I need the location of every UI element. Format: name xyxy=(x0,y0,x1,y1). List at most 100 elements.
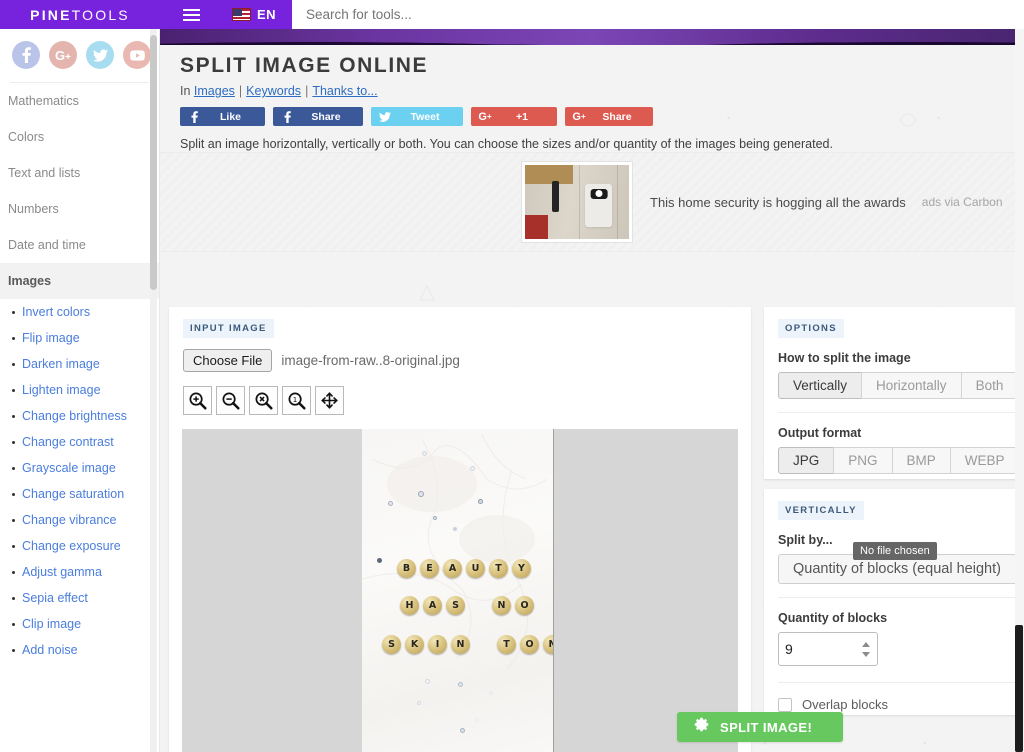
hamburger-icon[interactable] xyxy=(172,0,210,29)
sidebar-link-darken-image[interactable]: Darken image xyxy=(0,351,159,377)
google-plus-one-button[interactable]: G + +1 xyxy=(471,107,557,126)
svg-text:1: 1 xyxy=(293,395,298,404)
breadcrumb-link-images[interactable]: Images xyxy=(194,84,235,98)
page-description: Split an image horizontally, vertically … xyxy=(180,137,833,151)
zoom-out-icon[interactable] xyxy=(216,386,245,415)
sidebar-item-colors[interactable]: Colors xyxy=(0,119,159,155)
page-scrollbar-thumb[interactable] xyxy=(1015,625,1023,752)
sidebar-link-change-saturation[interactable]: Change saturation xyxy=(0,481,159,507)
sidebar-item-date-and-time[interactable]: Date and time xyxy=(0,227,159,263)
sidebar-link-lighten-image[interactable]: Lighten image xyxy=(0,377,159,403)
choose-file-button[interactable]: Choose File xyxy=(183,349,273,372)
bead: E xyxy=(420,559,439,578)
sequin xyxy=(433,516,437,520)
bead: Y xyxy=(512,559,531,578)
spinner-up-icon[interactable] xyxy=(862,641,870,647)
site-logo[interactable]: PINE TOOLS xyxy=(0,0,160,29)
breadcrumb-prefix: In xyxy=(180,84,191,98)
quantity-stepper[interactable]: 9 xyxy=(778,632,878,666)
sidebar-link-change-exposure[interactable]: Change exposure xyxy=(0,533,159,559)
bead-space xyxy=(469,596,488,615)
page-title: SPLIT IMAGE ONLINE xyxy=(180,54,429,77)
sidebar-link-grayscale-image[interactable]: Grayscale image xyxy=(0,455,159,481)
twitter-tweet-button[interactable]: Tweet xyxy=(371,107,463,126)
sequin xyxy=(453,527,457,531)
quantity-spinner[interactable] xyxy=(862,633,870,665)
zoom-in-icon[interactable] xyxy=(183,386,212,415)
zoom-actual-size-icon[interactable]: 1 xyxy=(282,386,311,415)
google-plus-share-label: Share xyxy=(602,110,632,123)
overlap-blocks-checkbox[interactable] xyxy=(778,697,792,712)
bead: I xyxy=(428,635,447,654)
split-image-button[interactable]: SPLIT IMAGE! xyxy=(677,712,843,742)
split-mode-both[interactable]: Both xyxy=(960,372,1019,399)
overlap-blocks-label: Overlap blocks xyxy=(802,697,888,712)
ad-banner[interactable]: This home security is hogging all the aw… xyxy=(160,152,1024,252)
zoom-toolbar: 1 xyxy=(183,386,751,415)
output-format-webp[interactable]: WEBP xyxy=(949,447,1020,474)
sidebar-image-tools: Invert colors Flip image Darken image Li… xyxy=(0,299,159,663)
sidebar-link-clip-image[interactable]: Clip image xyxy=(0,611,159,637)
sequin xyxy=(489,691,493,695)
twitter-icon[interactable] xyxy=(86,41,114,69)
sidebar-link-flip-image[interactable]: Flip image xyxy=(0,325,159,351)
bead-space xyxy=(474,635,493,654)
sidebar-item-text-and-lists[interactable]: Text and lists xyxy=(0,155,159,191)
sequin xyxy=(470,466,475,471)
vertically-panel-tag: VERTICALLY xyxy=(778,501,864,520)
language-selector[interactable]: EN xyxy=(232,7,276,22)
split-guide-line xyxy=(553,429,554,752)
youtube-icon[interactable] xyxy=(123,41,151,69)
sidebar-link-change-contrast[interactable]: Change contrast xyxy=(0,429,159,455)
pan-move-icon[interactable] xyxy=(315,386,344,415)
bead: K xyxy=(405,635,424,654)
facebook-icon[interactable] xyxy=(12,41,40,69)
output-format-label: Output format xyxy=(778,426,862,440)
vertically-divider xyxy=(778,597,1024,598)
sequin xyxy=(478,499,483,504)
sidebar-link-adjust-gamma[interactable]: Adjust gamma xyxy=(0,559,159,585)
sidebar-item-images[interactable]: Images xyxy=(0,263,159,299)
ad-attribution[interactable]: ads via Carbon xyxy=(922,195,1003,209)
facebook-like-label: Like xyxy=(219,110,241,123)
sidebar-item-numbers[interactable]: Numbers xyxy=(0,191,159,227)
twitter-icon xyxy=(373,111,397,122)
sidebar-link-add-noise[interactable]: Add noise xyxy=(0,637,159,663)
main-content: SPLIT IMAGE ONLINE In Images | Keywords | Th… xyxy=(160,45,1024,752)
twitter-tweet-label: Tweet xyxy=(410,110,440,123)
split-image-button-label: SPLIT IMAGE! xyxy=(720,719,813,735)
facebook-share-button[interactable]: Share xyxy=(273,107,363,126)
sidebar-link-invert-colors[interactable]: Invert colors xyxy=(0,299,159,325)
bead: O xyxy=(520,635,539,654)
spinner-down-icon[interactable] xyxy=(862,651,870,657)
breadcrumb-link-keywords[interactable]: Keywords xyxy=(246,84,301,98)
google-plus-icon[interactable]: G+ xyxy=(49,41,77,69)
sidebar-item-mathematics[interactable]: Mathematics xyxy=(0,83,159,119)
zoom-reset-icon[interactable] xyxy=(249,386,278,415)
split-mode-group: Vertically Horizontally Both xyxy=(778,372,1024,399)
input-image-panel: INPUT IMAGE Choose File image-from-raw..… xyxy=(169,307,751,752)
breadcrumb-link-thanks[interactable]: Thanks to... xyxy=(312,84,377,98)
ad-text[interactable]: This home security is hogging all the aw… xyxy=(650,195,906,210)
image-preview-canvas[interactable]: B E A U T Y H A S N O S K I N T O N xyxy=(182,429,738,752)
search-input[interactable] xyxy=(292,0,1024,29)
bead: N xyxy=(492,596,511,615)
google-plus-share-button[interactable]: G + Share xyxy=(565,107,653,126)
output-format-bmp[interactable]: BMP xyxy=(891,447,951,474)
output-format-group: JPG PNG BMP WEBP xyxy=(778,447,1024,474)
sidebar-link-change-brightness[interactable]: Change brightness xyxy=(0,403,159,429)
sequin xyxy=(417,701,421,705)
split-mode-horizontally[interactable]: Horizontally xyxy=(861,372,962,399)
ad-thumbnail[interactable] xyxy=(522,162,632,242)
split-mode-vertically[interactable]: Vertically xyxy=(778,372,863,399)
output-format-png[interactable]: PNG xyxy=(833,447,893,474)
bead: T xyxy=(497,635,516,654)
overlap-blocks-row[interactable]: Overlap blocks xyxy=(778,697,1024,712)
sidebar-link-change-vibrance[interactable]: Change vibrance xyxy=(0,507,159,533)
facebook-like-button[interactable]: Like xyxy=(180,107,265,126)
input-image-panel-tag: INPUT IMAGE xyxy=(183,319,274,338)
sidebar-link-sepia-effect[interactable]: Sepia effect xyxy=(0,585,159,611)
sidebar-scrollbar-thumb[interactable] xyxy=(150,35,157,290)
how-to-split-label: How to split the image xyxy=(778,351,911,365)
output-format-jpg[interactable]: JPG xyxy=(778,447,835,474)
